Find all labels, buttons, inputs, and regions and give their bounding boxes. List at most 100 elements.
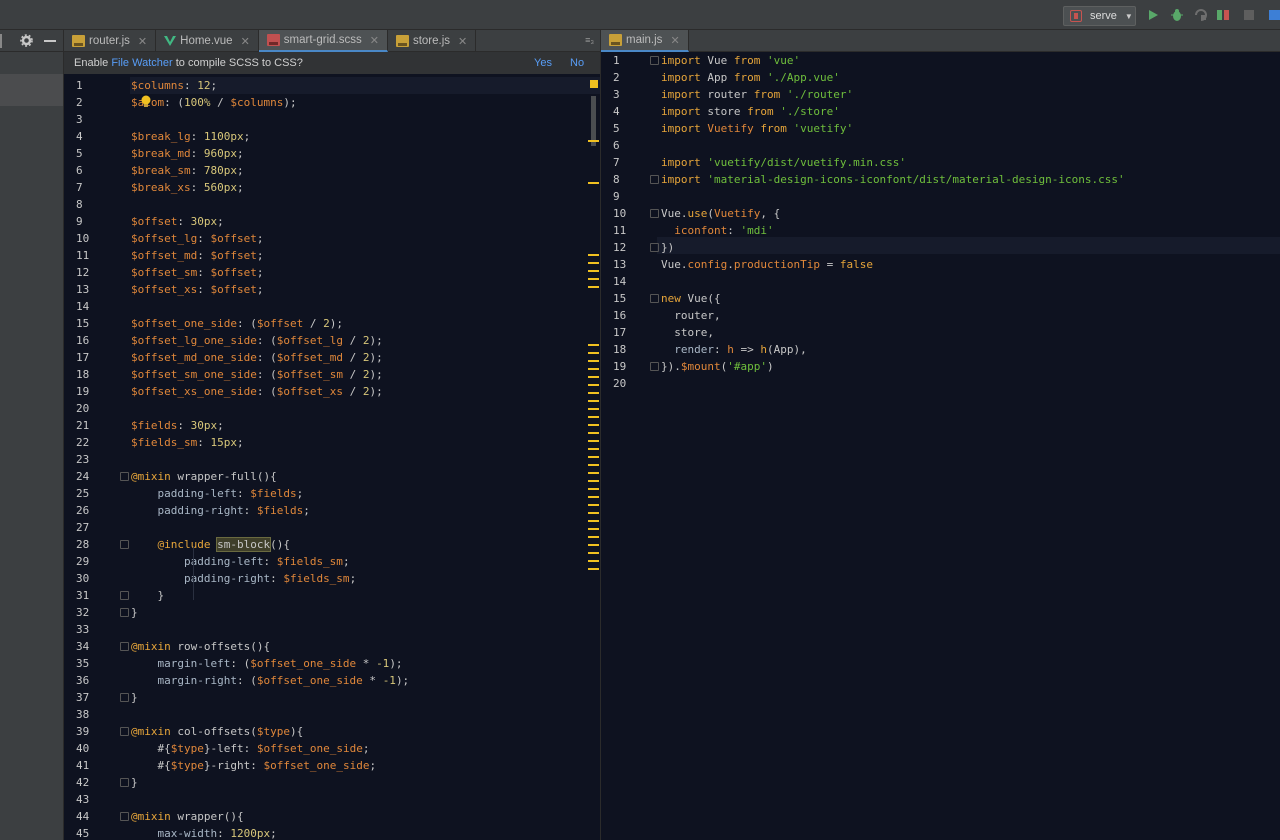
run-configuration-select[interactable]: serve ▼: [1063, 6, 1136, 26]
code-line[interactable]: render: h => h(App),: [661, 341, 807, 358]
settings-icon[interactable]: [20, 34, 33, 47]
code-line[interactable]: padding-left: $fields_sm;: [131, 553, 350, 570]
tab-main-js[interactable]: main.js ✕: [601, 30, 689, 52]
code-line[interactable]: store,: [661, 324, 714, 341]
project-structure-icon[interactable]: [1268, 8, 1280, 22]
run-icon[interactable]: [1146, 8, 1160, 22]
warning-mark[interactable]: [588, 384, 599, 386]
tab-smart-grid-scss[interactable]: smart-grid.scss ✕: [258, 30, 388, 52]
tab-overflow-button[interactable]: ≡₃: [585, 35, 594, 45]
warning-mark[interactable]: [588, 286, 599, 288]
code-line[interactable]: }: [131, 774, 138, 791]
selected-tree-item[interactable]: [0, 74, 63, 106]
warning-mark[interactable]: [588, 254, 599, 256]
code-line[interactable]: $offset: 30px;: [131, 213, 224, 230]
code-line[interactable]: $break_sm: 780px;: [131, 162, 244, 179]
code-line[interactable]: $offset_xs: $offset;: [131, 281, 263, 298]
code-line[interactable]: $break_md: 960px;: [131, 145, 244, 162]
code-line[interactable]: @mixin col-offsets($type){: [131, 723, 303, 740]
tab-home-vue[interactable]: Home.vue ✕: [156, 30, 259, 52]
code-line[interactable]: #{$type}-right: $offset_one_side;: [131, 757, 376, 774]
warning-mark[interactable]: [588, 262, 599, 264]
warning-mark[interactable]: [588, 544, 599, 546]
code-line[interactable]: $fields_sm: 15px;: [131, 434, 244, 451]
code-line[interactable]: $atom: (100% / $columns);: [131, 94, 297, 111]
warning-mark[interactable]: [588, 376, 599, 378]
code-line[interactable]: Vue.config.productionTip = false: [661, 256, 873, 273]
warning-mark[interactable]: [588, 528, 599, 530]
close-icon[interactable]: ✕: [670, 34, 679, 47]
inspection-status-icon[interactable]: [590, 80, 598, 88]
close-icon[interactable]: ✕: [241, 35, 250, 48]
code-line[interactable]: iconfont: 'mdi': [661, 222, 773, 239]
warning-mark[interactable]: [588, 472, 599, 474]
code-line[interactable]: @mixin row-offsets(){: [131, 638, 270, 655]
warning-mark[interactable]: [588, 568, 599, 570]
warning-mark[interactable]: [588, 560, 599, 562]
fold-marker[interactable]: [120, 591, 129, 600]
code-line[interactable]: $fields: 30px;: [131, 417, 224, 434]
fold-marker[interactable]: [650, 175, 659, 184]
code-line[interactable]: router,: [661, 307, 720, 324]
warning-mark[interactable]: [588, 520, 599, 522]
file-watcher-link[interactable]: File Watcher: [111, 57, 172, 69]
code-line[interactable]: @include sm-block(){: [131, 536, 290, 553]
code-line[interactable]: import 'vuetify/dist/vuetify.min.css': [661, 154, 906, 171]
fold-marker[interactable]: [650, 209, 659, 218]
fold-marker[interactable]: [650, 243, 659, 252]
warning-mark[interactable]: [588, 140, 599, 142]
js-editor[interactable]: 1 2 3 4 5 6 7 8 9 10 11 12 13 14 15 16 17 18 19 20 import V…: [601, 52, 1280, 840]
warning-mark[interactable]: [588, 408, 599, 410]
warning-mark[interactable]: [588, 400, 599, 402]
fold-marker[interactable]: [650, 56, 659, 65]
code-line[interactable]: padding-right: $fields;: [131, 502, 309, 519]
code-line[interactable]: $break_xs: 560px;: [131, 179, 244, 196]
close-icon[interactable]: ✕: [458, 35, 467, 48]
profile-icon[interactable]: [1216, 8, 1230, 22]
warning-mark[interactable]: [588, 182, 599, 184]
code-line[interactable]: $offset_sm_one_side: ($offset_sm / 2);: [131, 366, 383, 383]
warning-mark[interactable]: [588, 360, 599, 362]
warning-mark[interactable]: [588, 496, 599, 498]
code-line[interactable]: $offset_one_side: ($offset / 2);: [131, 315, 343, 332]
warning-mark[interactable]: [588, 368, 599, 370]
code-line[interactable]: }: [131, 689, 138, 706]
code-line[interactable]: @mixin wrapper-full(){: [131, 468, 277, 485]
code-line[interactable]: import Vue from 'vue': [661, 52, 800, 69]
stop-icon[interactable]: [1242, 8, 1256, 22]
warning-mark[interactable]: [588, 448, 599, 450]
code-line[interactable]: import 'material-design-icons-iconfont/d…: [661, 171, 1125, 188]
code-line[interactable]: padding-left: $fields;: [131, 485, 303, 502]
error-stripe[interactable]: [586, 74, 600, 840]
fold-marker[interactable]: [120, 642, 129, 651]
fold-marker[interactable]: [120, 727, 129, 736]
code-line[interactable]: $offset_md_one_side: ($offset_md / 2);: [131, 349, 383, 366]
code-line[interactable]: import store from './store': [661, 103, 840, 120]
code-line[interactable]: #{$type}-left: $offset_one_side;: [131, 740, 369, 757]
debug-icon[interactable]: [1170, 8, 1184, 22]
warning-mark[interactable]: [588, 352, 599, 354]
code-line[interactable]: $offset_sm: $offset;: [131, 264, 263, 281]
code-line[interactable]: Vue.use(Vuetify, {: [661, 205, 780, 222]
warning-mark[interactable]: [588, 480, 599, 482]
warning-mark[interactable]: [588, 488, 599, 490]
fold-marker[interactable]: [120, 540, 129, 549]
tab-store-js[interactable]: store.js ✕: [388, 30, 477, 52]
code-line[interactable]: max-width: 1200px;: [131, 825, 276, 840]
code-line[interactable]: $offset_lg_one_side: ($offset_lg / 2);: [131, 332, 383, 349]
no-button[interactable]: No: [570, 57, 584, 69]
warning-mark[interactable]: [588, 464, 599, 466]
code-line[interactable]: $break_lg: 1100px;: [131, 128, 250, 145]
warning-mark[interactable]: [588, 278, 599, 280]
warning-mark[interactable]: [588, 270, 599, 272]
coverage-icon[interactable]: [1194, 8, 1208, 22]
code-line[interactable]: $offset_md: $offset;: [131, 247, 263, 264]
minimize-icon[interactable]: [44, 34, 56, 47]
warning-mark[interactable]: [588, 552, 599, 554]
fold-marker[interactable]: [120, 693, 129, 702]
close-icon[interactable]: ✕: [138, 35, 147, 48]
warning-mark[interactable]: [588, 504, 599, 506]
code-line[interactable]: padding-right: $fields_sm;: [131, 570, 356, 587]
warning-mark[interactable]: [588, 416, 599, 418]
fold-marker[interactable]: [120, 608, 129, 617]
